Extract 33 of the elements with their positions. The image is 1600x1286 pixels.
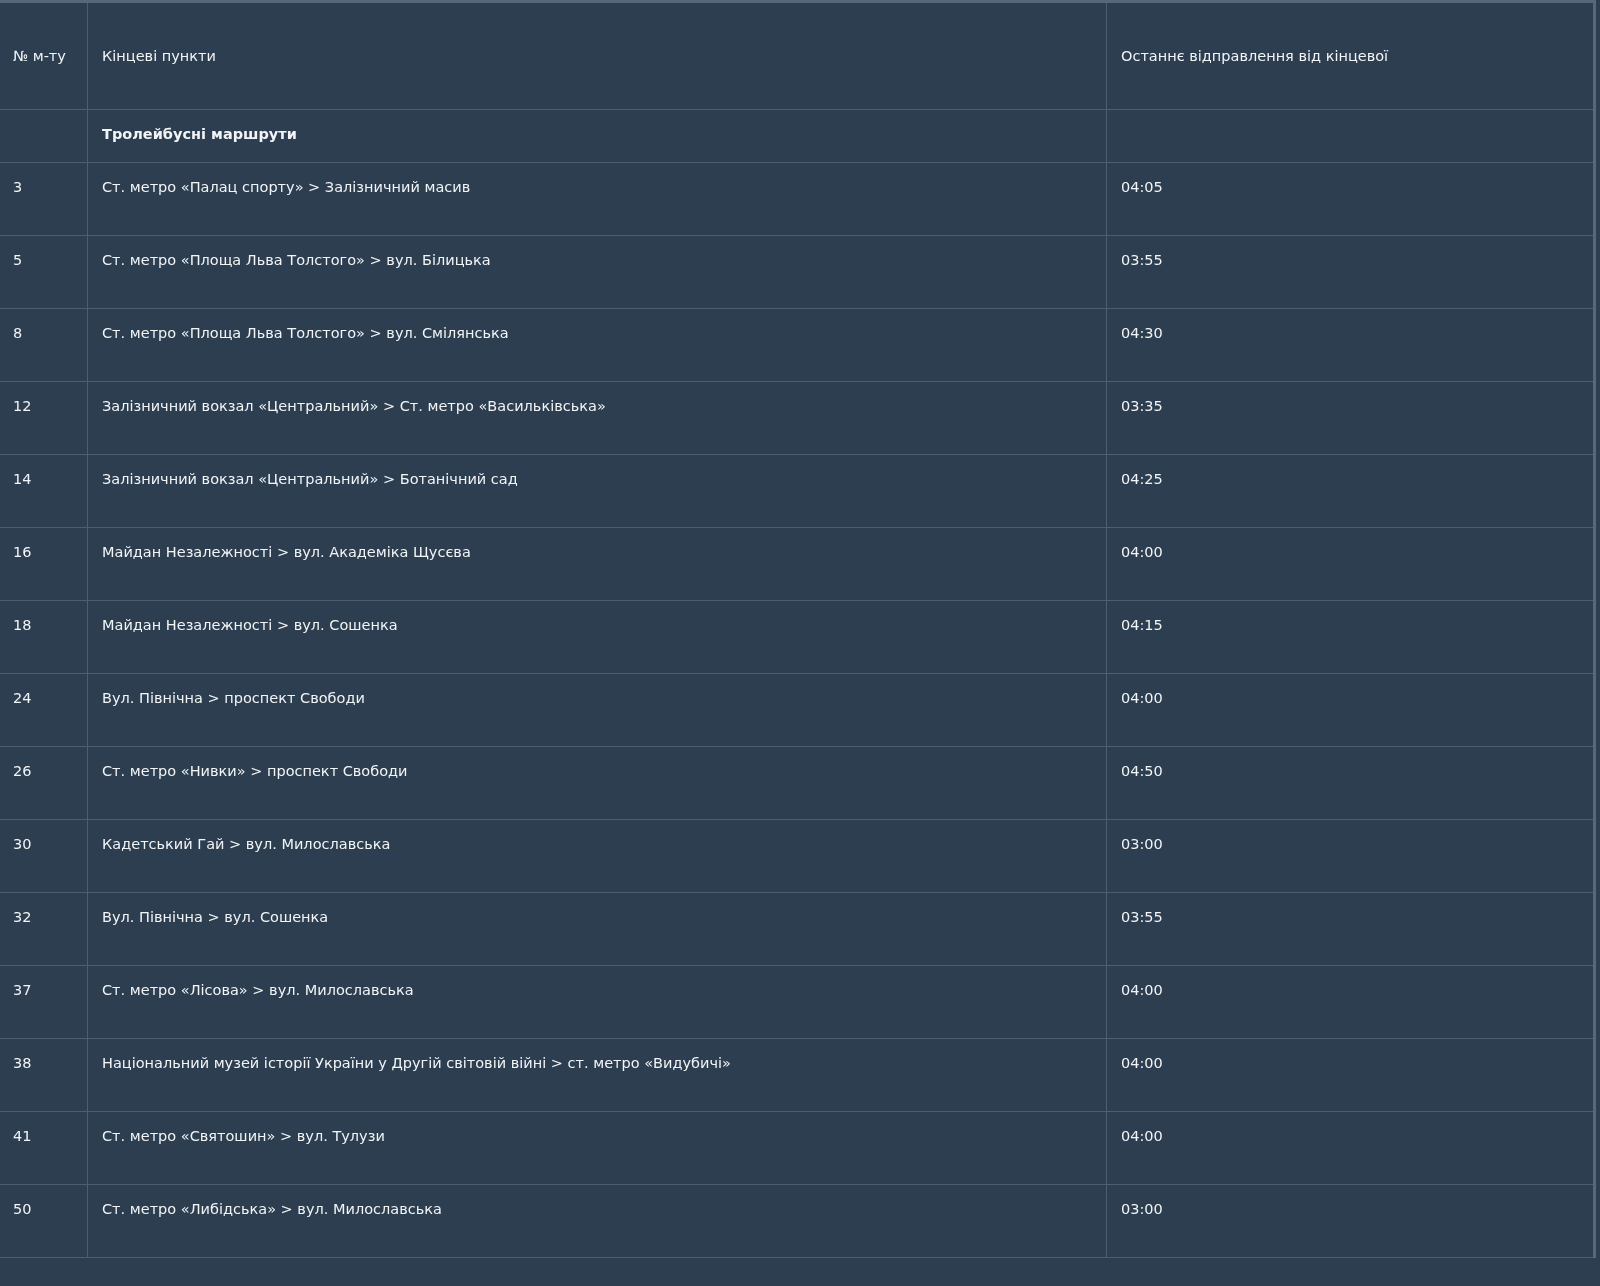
route-endpoints: Ст. метро «Лісова» > вул. Милославська (87, 965, 1107, 1039)
route-number: 32 (0, 892, 88, 966)
route-number: 18 (0, 600, 88, 674)
route-endpoints: Ст. метро «Нивки» > проспект Свободи (87, 746, 1107, 820)
route-endpoints: Майдан Незалежності > вул. Сошенка (87, 600, 1107, 674)
route-endpoints: Вул. Північна > вул. Сошенка (87, 892, 1107, 966)
group-title: Тролейбусні маршрути (87, 109, 1107, 163)
route-number: 3 (0, 162, 88, 236)
route-endpoints: Залізничний вокзал «Центральний» > Ботанічний сад (87, 454, 1107, 528)
column-header: № м-ту (0, 1, 88, 110)
route-number: 50 (0, 1184, 88, 1258)
route-endpoints: Ст. метро «Либідська» > вул. Милославська (87, 1184, 1107, 1258)
route-endpoints: Вул. Північна > проспект Свободи (87, 673, 1107, 747)
route-number: 14 (0, 454, 88, 528)
route-endpoints: Ст. метро «Площа Льва Толстого» > вул. Смілянська (87, 308, 1107, 382)
route-endpoints: Національний музей історії України у Другій світовій війні > ст. метро «Видубичі» (87, 1038, 1107, 1112)
route-number: 41 (0, 1111, 88, 1185)
column-header: Кінцеві пункти (87, 1, 1107, 110)
route-number: 5 (0, 235, 88, 309)
route-number: 30 (0, 819, 88, 893)
route-number: 24 (0, 673, 88, 747)
route-endpoints: Майдан Незалежності > вул. Академіка Щусєва (87, 527, 1107, 601)
route-number: 8 (0, 308, 88, 382)
route-endpoints: Залізничний вокзал «Центральний» > Ст. метро «Васильківська» (87, 381, 1107, 455)
route-number: 37 (0, 965, 88, 1039)
route-number: 38 (0, 1038, 88, 1112)
route-endpoints: Ст. метро «Площа Льва Толстого» > вул. Білицька (87, 235, 1107, 309)
route-number: 26 (0, 746, 88, 820)
route-number: 16 (0, 527, 88, 601)
route-endpoints: Ст. метро «Святошин» > вул. Тулузи (87, 1111, 1107, 1185)
route-endpoints: Кадетський Гай > вул. Милославська (87, 819, 1107, 893)
route-endpoints: Ст. метро «Палац спорту» > Залізничний масив (87, 162, 1107, 236)
route-number: 12 (0, 381, 88, 455)
